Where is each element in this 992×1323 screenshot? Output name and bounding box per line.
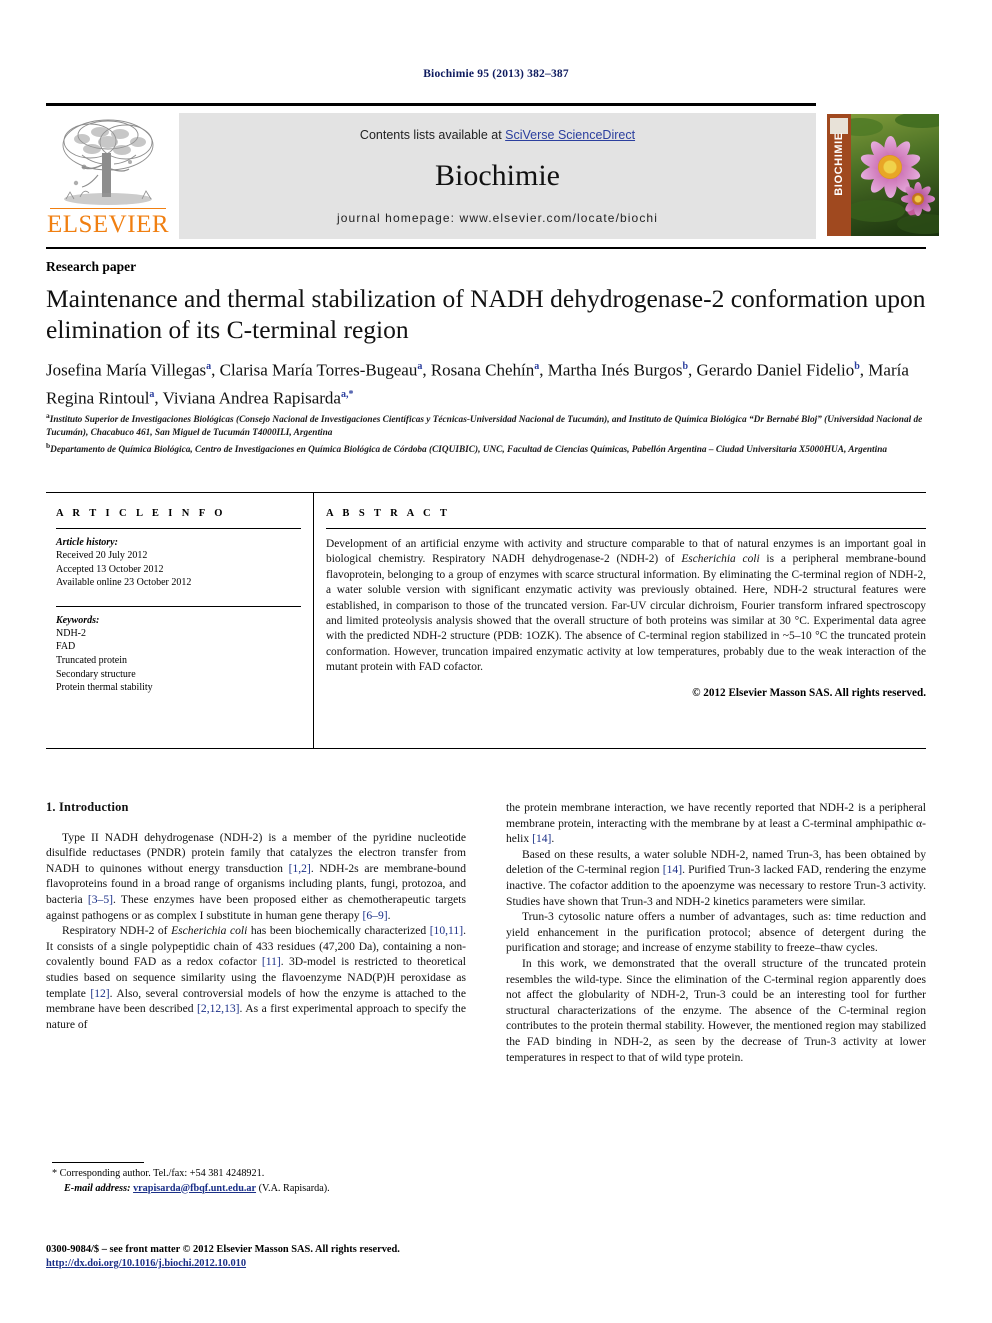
body-column-right: the protein membrane interaction, we hav… [506, 800, 926, 1065]
p3-text-b: . [551, 832, 555, 846]
issn-front-matter: 0300-9084/$ – see front matter © 2012 El… [46, 1244, 400, 1255]
abstract-text: Development of an artificial enzyme with… [326, 537, 926, 676]
citation-ref[interactable]: [14] [532, 832, 551, 845]
email-link[interactable]: vrapisarda@fbqf.unt.edu.ar [133, 1183, 256, 1194]
abstract-column: A B S T R A C T Development of an artifi… [326, 508, 926, 699]
intro-paragraph-3: the protein membrane interaction, we hav… [506, 800, 926, 847]
keyword-item: NDH-2 [56, 627, 86, 639]
intro-paragraph-2: Respiratory NDH-2 of Escherichia coli ha… [46, 923, 466, 1032]
footnote-block: * Corresponding author. Tel./fax: +54 38… [52, 1167, 472, 1196]
affiliation-b-text: Departamento de Química Biológica, Centr… [50, 445, 888, 456]
citation-ref[interactable]: [10,11] [430, 924, 463, 937]
author-list: Josefina María Villegasa, Clarisa María … [46, 360, 909, 408]
journal-title: Biochimie [435, 159, 560, 192]
citation-ref[interactable]: [14] [663, 863, 682, 876]
introduction-heading: 1. Introduction [46, 800, 129, 814]
article-info-heading: A R T I C L E I N F O [56, 508, 226, 519]
email-suffix: (V.A. Rapisarda). [256, 1182, 330, 1194]
citation-ref[interactable]: [12] [90, 987, 109, 1000]
affiliation-a-text: Instituto Superior de Investigaciones Bi… [46, 415, 923, 438]
footnote-rule [52, 1162, 144, 1163]
running-head: Biochimie 95 (2013) 382–387 [423, 68, 569, 80]
keyword-item: FAD [56, 641, 76, 653]
abstract-heading: A B S T R A C T [326, 508, 451, 519]
intro-paragraph-1: Type II NADH dehydrogenase (NDH-2) is a … [46, 830, 466, 924]
band-top-rule [46, 492, 926, 493]
elsevier-logo: ELSEVIER [46, 113, 170, 239]
intro-paragraph-5: Trun-3 cytosolic nature offers a number … [506, 910, 926, 955]
p3-text-a: the protein membrane interaction, we hav… [506, 801, 926, 846]
journal-masthead: ELSEVIER Contents lists available at Sci… [46, 103, 948, 243]
p1-text-d: . [387, 908, 391, 922]
p2-species-name: Escherichia coli [171, 924, 248, 938]
history-accepted: Accepted 13 October 2012 [56, 563, 164, 575]
article-info-column: A R T I C L E I N F O Article history: R… [56, 508, 301, 695]
doi-link[interactable]: http://dx.doi.org/10.1016/j.biochi.2012.… [46, 1258, 246, 1269]
cover-spine: BIOCHIMIE [827, 114, 851, 236]
citation-ref[interactable]: [1,2] [289, 862, 311, 875]
contents-prefix: Contents lists available at [359, 128, 506, 142]
journal-homepage[interactable]: journal homepage: www.elsevier.com/locat… [179, 211, 816, 225]
intro-paragraph-6: In this work, we demonstrated that the o… [506, 956, 926, 1064]
history-received: Received 20 July 2012 [56, 550, 148, 561]
keyword-item: Secondary structure [56, 668, 136, 680]
cover-inner: BIOCHIMIE [827, 114, 939, 236]
paper-page: Biochimie 95 (2013) 382–387 ELSEVIER Con… [0, 0, 992, 1323]
keyword-item: Truncated protein [56, 654, 128, 666]
citation-ref[interactable]: [2,12,13] [197, 1002, 240, 1015]
sciencedirect-link[interactable]: SciVerse ScienceDirect [505, 128, 635, 142]
abstract-species-name: Escherichia coli [681, 553, 760, 566]
citation-ref[interactable]: [3–5] [88, 893, 113, 906]
email-note: E-mail address: vrapisarda@fbqf.unt.edu.… [52, 1182, 472, 1197]
p2-text-b: has been biochemically characterized [247, 924, 430, 938]
elsevier-wordmark: ELSEVIER [46, 211, 170, 238]
abstract-heading-rule [326, 528, 926, 529]
masthead-top-rule [46, 103, 816, 106]
masthead-bottom-rule [46, 247, 926, 249]
keywords-label: Keywords: [56, 614, 100, 626]
corresponding-author-note: * Corresponding author. Tel./fax: +54 38… [52, 1168, 265, 1179]
body-column-left: 1. Introduction Type II NADH dehydrogena… [46, 800, 466, 1032]
article-info-heading-rule [56, 528, 301, 529]
abstract-part-2: is a peripheral membrane-bound flavoprot… [326, 553, 926, 674]
citation-ref[interactable]: [11] [262, 955, 281, 968]
keywords-rule [56, 605, 301, 607]
article-history-label: Article history: [56, 537, 118, 548]
lotus-flower-secondary [901, 182, 935, 216]
history-available-online: Available online 23 October 2012 [56, 577, 192, 589]
journal-banner: Contents lists available at SciVerse Sci… [179, 113, 816, 239]
elsevier-tree-icon [52, 115, 164, 207]
cover-spine-label: BIOCHIMIE [833, 132, 845, 196]
imprint-block: 0300-9084/$ – see front matter © 2012 El… [46, 1243, 506, 1271]
keyword-item: Protein thermal stability [56, 682, 153, 694]
journal-cover-thumbnail: BIOCHIMIE [818, 107, 948, 243]
p2-text-a: Respiratory NDH-2 of [62, 924, 172, 938]
citation-ref[interactable]: [6–9] [363, 909, 388, 922]
email-label: E-mail address: [64, 1182, 131, 1194]
elsevier-underline [50, 208, 166, 209]
intro-paragraph-4: Based on these results, a water soluble … [506, 847, 926, 909]
affiliation-a: aInstituto Superior de Investigaciones B… [46, 411, 923, 438]
band-divider [313, 492, 314, 749]
band-bottom-rule [46, 748, 926, 749]
affiliation-b: bDepartamento de Química Biológica, Cent… [46, 441, 888, 456]
cover-artwork-lotus [851, 114, 939, 236]
article-title: Maintenance and thermal stabilization of… [46, 284, 926, 344]
article-section-type: Research paper [46, 259, 137, 274]
contents-lists-line: Contents lists available at SciVerse Sci… [179, 128, 816, 142]
abstract-copyright: © 2012 Elsevier Masson SAS. All rights r… [692, 686, 926, 699]
